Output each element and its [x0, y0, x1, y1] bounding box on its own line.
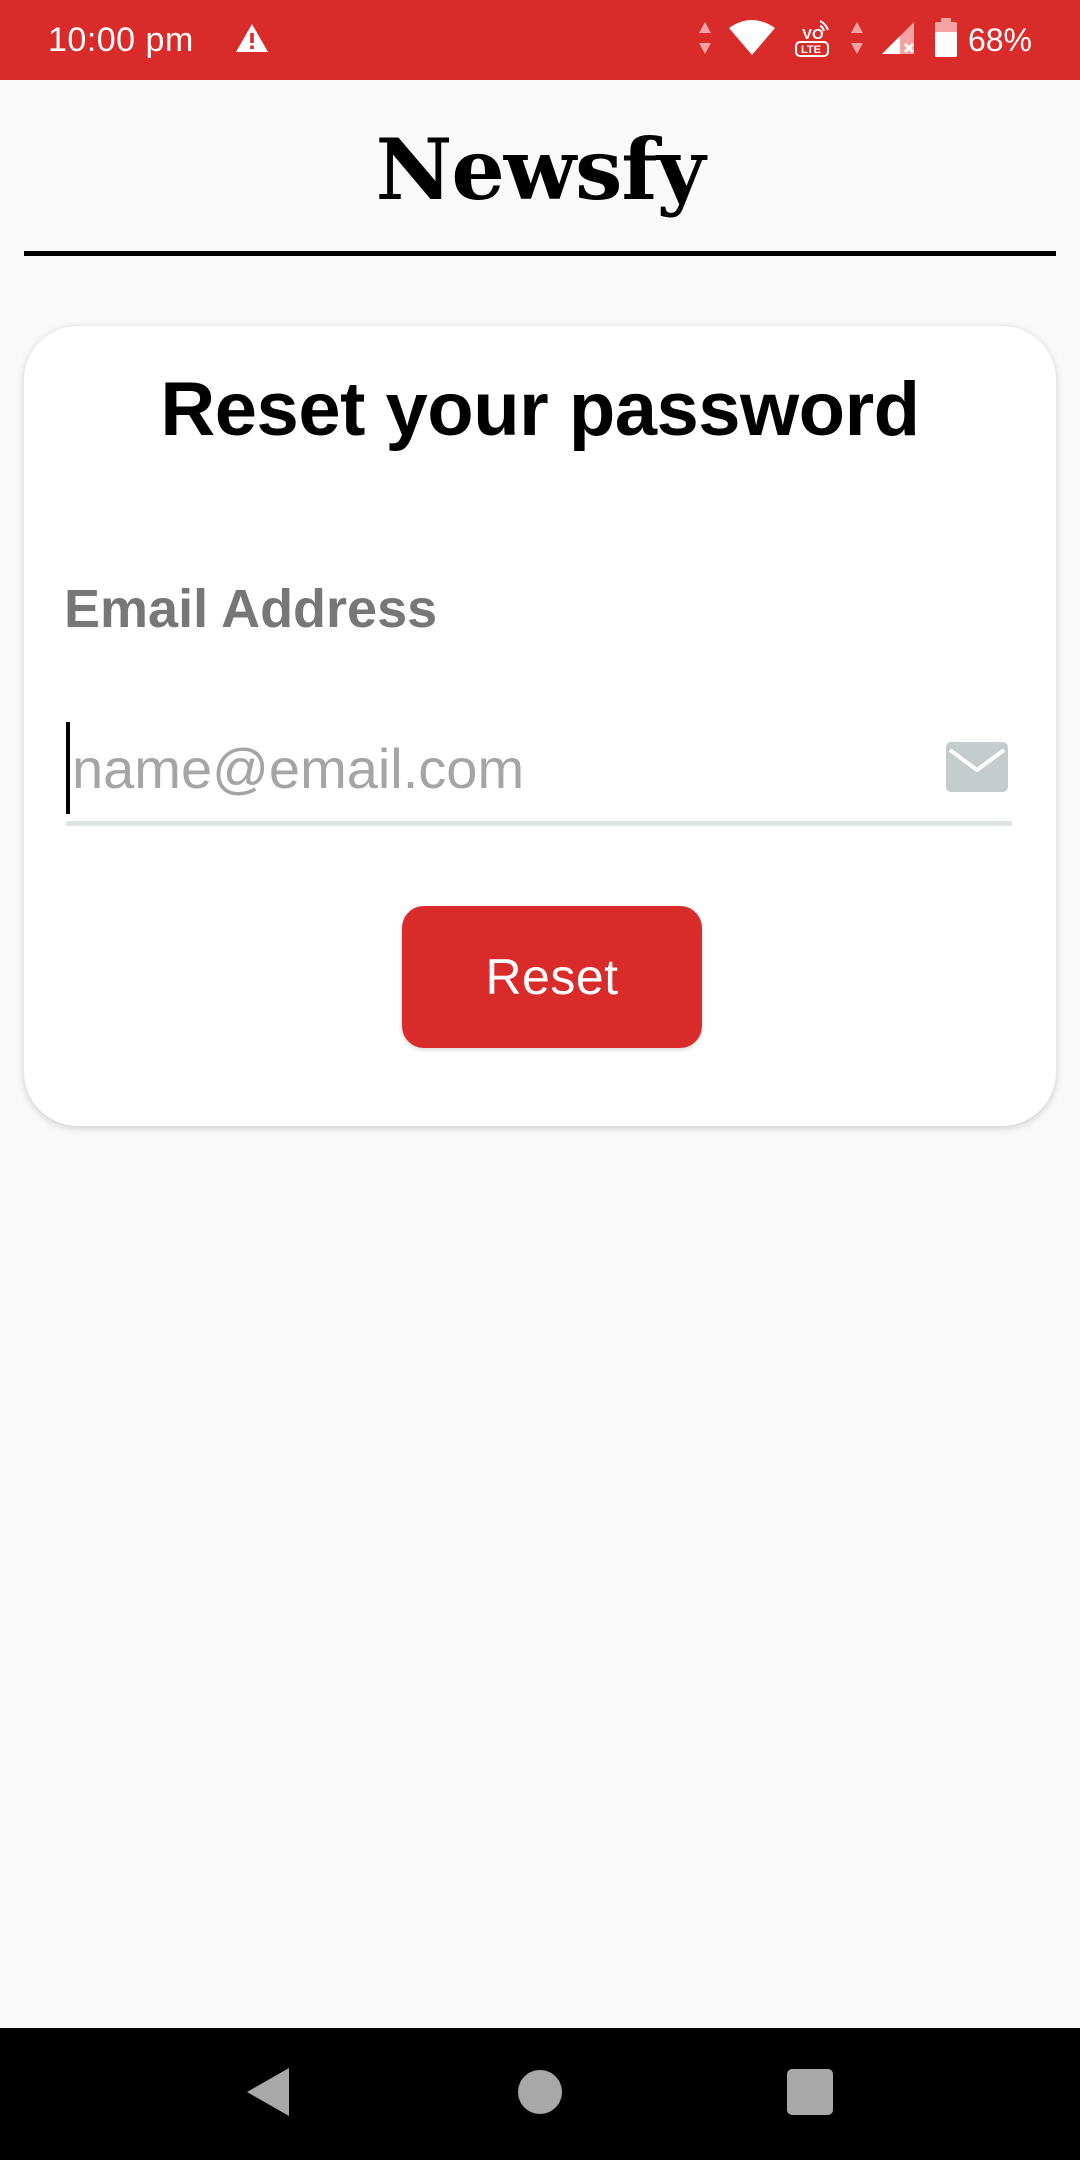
navigation-bar [0, 2028, 1080, 2160]
signal-icon [880, 20, 918, 61]
back-button[interactable] [233, 2058, 305, 2130]
recents-icon [786, 2068, 834, 2121]
battery-icon [934, 17, 958, 63]
page-title: Reset your password [160, 367, 920, 452]
status-right: VO LTE 68% [682, 17, 1032, 64]
recents-button[interactable] [774, 2058, 846, 2130]
data-arrows-icon [698, 20, 712, 61]
reset-button[interactable]: Reset [402, 906, 702, 1048]
alert-icon [234, 22, 270, 59]
volte-icon: VO LTE [792, 17, 834, 64]
email-label: Email Address [64, 579, 438, 639]
app-header: Newsfy [0, 80, 1080, 256]
email-input[interactable] [72, 722, 932, 814]
status-time: 10:00 pm [48, 20, 194, 59]
wifi-icon [728, 19, 776, 62]
email-field[interactable] [66, 722, 1012, 826]
status-left: 10:00 pm [48, 21, 270, 60]
home-icon [517, 2069, 563, 2120]
svg-text:LTE: LTE [801, 44, 821, 56]
svg-text:VO: VO [802, 26, 824, 43]
brand-logo: Newsfy [375, 120, 706, 219]
back-icon [245, 2066, 293, 2123]
home-button[interactable] [504, 2058, 576, 2130]
header-divider [24, 251, 1056, 256]
battery-percentage: 68% [967, 21, 1032, 58]
text-caret [66, 722, 70, 814]
reset-password-card: Reset your password Email Address Reset [24, 326, 1056, 1126]
data-arrows-icon [850, 20, 864, 61]
status-bar: 10:00 pm VO LTE 68% [0, 0, 1080, 80]
mail-icon [946, 742, 1008, 792]
